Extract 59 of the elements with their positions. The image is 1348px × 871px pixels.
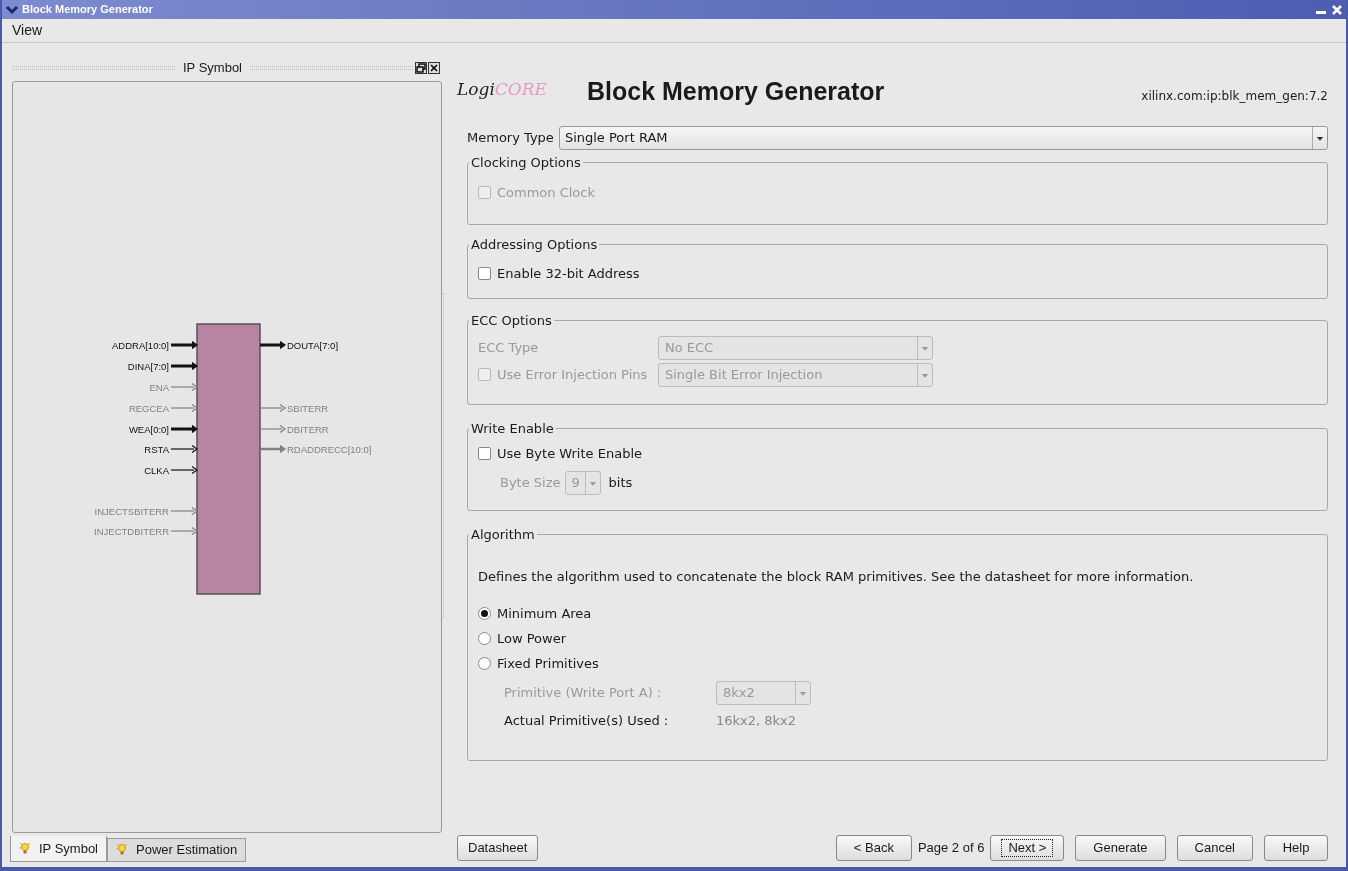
radio-label: Fixed Primitives (497, 654, 599, 673)
menu-item[interactable]: View (10, 20, 45, 41)
field-label: ECC Type (478, 338, 540, 357)
version-label: xilinx.com:ip:blk_mem_gen:7.2 (1141, 88, 1328, 105)
checkbox[interactable] (478, 446, 491, 460)
radio-label: Low Power (497, 629, 567, 648)
tab[interactable]: Power Estimation (107, 838, 247, 862)
pin-label: ADDRA[10:0] (111, 339, 169, 351)
radio-button[interactable] (478, 657, 491, 670)
window-title: Block Memory Generator (22, 2, 153, 18)
panel-title: IP Symbol (182, 59, 243, 78)
pin-label: DBITERR (287, 423, 329, 435)
page-title: Block Memory Generator (587, 76, 885, 107)
page-indicator: Page 2 of 6 (917, 839, 985, 858)
lightbulb-icon (19, 841, 31, 856)
field-label: Memory Type (467, 129, 554, 148)
checkbox-label: Enable 32-bit Address (497, 264, 640, 283)
nav-button[interactable]: < Back (835, 835, 912, 861)
description-text: Defines the algorithm used to concatenate the block RAM primitives. See the datasheet for more information. (478, 567, 1195, 586)
close-icon[interactable] (428, 62, 440, 74)
pin-label: SBITERR (287, 402, 329, 414)
pin-label: DINA[7:0] (127, 360, 169, 372)
radio-button[interactable] (478, 632, 491, 645)
lightbulb-icon (116, 843, 128, 857)
pin-label: CLKA (144, 464, 169, 476)
checkbox[interactable] (478, 266, 491, 280)
datasheet-button[interactable]: Datasheet (457, 835, 539, 861)
unit-label: bits (608, 474, 633, 493)
checkbox-label: Common Clock (497, 183, 595, 202)
nav-button[interactable]: Generate (1075, 835, 1166, 861)
group-title: Addressing Options (470, 236, 599, 254)
field-label: Byte Size (500, 474, 561, 493)
radio-button[interactable] (478, 607, 491, 620)
group-title: Algorithm (470, 526, 536, 544)
pin-label: REGCEA (128, 402, 169, 414)
window-menu-icon[interactable] (5, 3, 19, 16)
nav-button[interactable]: Cancel (1176, 835, 1253, 861)
nav-button[interactable]: Next > (990, 835, 1065, 861)
pin-label: WEA[0:0] (128, 423, 169, 435)
nav-button[interactable]: Help (1264, 835, 1328, 861)
pin-label: INJECTSBITERR (94, 505, 169, 517)
logo: LogiCORE (457, 78, 547, 101)
pin-label: RDADDRECC[10:0] (287, 443, 372, 455)
group-title: Write Enable (470, 420, 555, 438)
memory-type-dropdown[interactable]: Single Port RAM (558, 126, 1328, 150)
radio-label: Minimum Area (497, 604, 592, 623)
checkbox-label: Use Byte Write Enable (497, 444, 642, 463)
pin-label: ENA (149, 381, 169, 393)
pin-label: DOUTA[7:0] (287, 339, 339, 351)
restore-icon[interactable] (415, 62, 427, 74)
field-label: Actual Primitive(s) Used : (504, 712, 670, 730)
checkbox-label: Use Error Injection Pins (497, 365, 648, 384)
group-title: Clocking Options (470, 154, 582, 172)
pin-label: INJECTDBITERR (94, 525, 169, 537)
tab[interactable]: IP Symbol (10, 836, 107, 862)
group-title: ECC Options (470, 312, 553, 330)
value-text: 16kx2, 8kx2 (716, 712, 797, 730)
field-label: Primitive (Write Port A) : (504, 684, 663, 703)
pin-label: RSTA (144, 443, 169, 455)
